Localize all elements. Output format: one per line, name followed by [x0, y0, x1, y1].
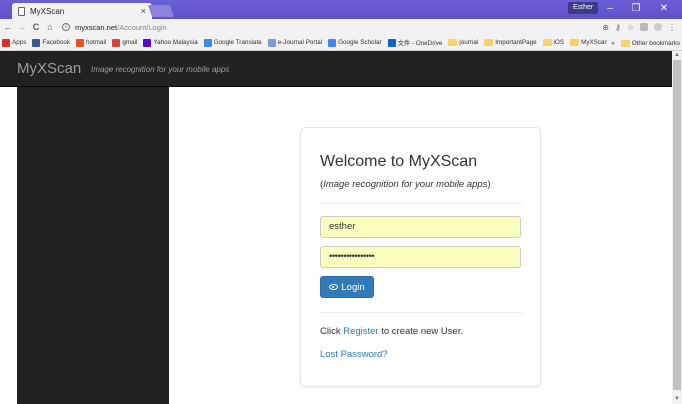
- site-tagline: Image recognition for your mobile apps: [91, 65, 230, 74]
- scroll-thumb[interactable]: [673, 60, 681, 390]
- back-icon[interactable]: ←: [2, 22, 14, 32]
- divider: [320, 203, 522, 204]
- bookmark-item[interactable]: Apps: [2, 38, 27, 47]
- browser-tab[interactable]: MyXScan ×: [12, 3, 152, 19]
- browser-title-bar: MyXScan × Esther – ❐ ✕: [0, 0, 682, 19]
- url-host: myxscan.net: [75, 22, 118, 32]
- bookmark-label: hotmail: [86, 39, 107, 46]
- bookmark-item[interactable]: MyXScan: [570, 39, 608, 46]
- bookmark-item[interactable]: 文件 - OneDrive: [387, 38, 443, 47]
- bookmark-label: Google Scholar: [338, 39, 382, 46]
- menu-icon[interactable]: ⋮: [668, 23, 676, 32]
- bookmark-label: Yahoo Malaysia: [153, 39, 198, 46]
- bookmark-item[interactable]: hotmail: [76, 38, 107, 47]
- bookmark-item[interactable]: Google Scholar: [328, 38, 382, 47]
- bookmark-icon: [2, 38, 10, 47]
- bookmark-label: gmail: [122, 39, 138, 46]
- extension-icon-2[interactable]: [654, 23, 662, 31]
- register-suffix: to create new User.: [378, 326, 464, 337]
- sidebar: [17, 87, 169, 404]
- folder-icon: [570, 39, 580, 46]
- bookmarks-bar: Apps Facebook hotmail gmail Yahoo Malaysia Go…: [0, 35, 682, 51]
- lost-password: Lost Password?: [320, 349, 388, 360]
- folder-icon: [620, 39, 630, 47]
- bookmark-icon: [267, 38, 276, 47]
- bookmark-item[interactable]: Facebook: [32, 38, 71, 47]
- bookmark-label: Facebook: [42, 39, 71, 46]
- bookmark-item[interactable]: e-Journal Portal: [267, 38, 323, 47]
- bookmark-item[interactable]: Yahoo Malaysia: [143, 38, 198, 47]
- close-window-button[interactable]: ✕: [652, 1, 676, 17]
- subtitle-close-paren: ): [487, 179, 491, 190]
- site-navbar: MyXScan Image recognition for your mobil…: [0, 51, 672, 87]
- bookmark-icon: [328, 38, 337, 47]
- password-input[interactable]: ••••••••••••••••: [320, 246, 521, 268]
- folder-icon: [484, 39, 494, 46]
- extension-icon[interactable]: [640, 23, 648, 31]
- bookmark-label: 文件 - OneDrive: [397, 40, 443, 47]
- info-icon[interactable]: i: [62, 23, 70, 31]
- minimize-button[interactable]: –: [598, 1, 622, 17]
- lost-password-link[interactable]: Lost Password?: [320, 349, 388, 360]
- more-bookmarks-button[interactable]: »: [611, 40, 615, 47]
- forward-icon[interactable]: →: [16, 22, 28, 32]
- scroll-up-icon[interactable]: ▲: [672, 51, 682, 60]
- profile-button[interactable]: Esther: [568, 2, 599, 14]
- vertical-scrollbar[interactable]: ▲ ▼: [672, 51, 682, 404]
- register-prefix: Click: [320, 326, 344, 337]
- eye-icon: [329, 284, 339, 290]
- home-icon[interactable]: ⌂: [44, 22, 56, 32]
- restore-button[interactable]: ❐: [624, 1, 648, 17]
- scroll-down-icon[interactable]: ▼: [672, 395, 682, 404]
- folder-icon: [542, 39, 552, 46]
- bookmark-label: Google Translate: [213, 39, 262, 46]
- address-bar[interactable]: i myxscan.net/Account/Login: [62, 20, 602, 34]
- login-button-label: Login: [341, 281, 365, 293]
- tab-close-icon[interactable]: ×: [141, 6, 146, 16]
- bookmark-label: journal: [459, 39, 479, 46]
- bookmark-item[interactable]: ImportantPage: [484, 39, 537, 46]
- reload-icon[interactable]: C: [30, 22, 42, 32]
- subtitle-text: Image recognition for your mobile apps: [323, 179, 488, 190]
- address-toolbar: ← → C ⌂ i myxscan.net/Account/Login ⊕ ⚷ …: [0, 19, 682, 35]
- url-path: /Account/Login: [117, 22, 167, 32]
- login-panel: Welcome to MyXScan (Image recognition fo…: [300, 127, 541, 387]
- tab-title: MyXScan: [30, 6, 65, 16]
- new-tab-button[interactable]: [147, 5, 175, 17]
- bookmark-icon: [143, 38, 152, 47]
- star-icon[interactable]: ☆: [627, 23, 634, 32]
- register-text: Click Register to create new User.: [320, 326, 463, 337]
- page-content: MyXScan Image recognition for your mobil…: [0, 51, 672, 404]
- bookmarks-overflow: » Other bookmarks: [607, 35, 680, 50]
- bookmark-label: e-Journal Portal: [277, 39, 323, 46]
- bookmark-label: MyXScan: [581, 39, 609, 46]
- key-icon[interactable]: ⚷: [615, 23, 621, 32]
- bookmark-icon: [387, 38, 396, 47]
- bookmark-icon: [203, 38, 212, 47]
- login-button[interactable]: Login: [320, 276, 374, 298]
- bookmark-item[interactable]: iOS: [542, 39, 565, 46]
- bookmark-label: iOS: [553, 39, 565, 46]
- bookmark-label: Apps: [12, 39, 27, 46]
- welcome-heading: Welcome to MyXScan: [320, 153, 478, 170]
- bookmark-item[interactable]: gmail: [112, 38, 138, 47]
- bookmark-item[interactable]: journal: [448, 39, 478, 46]
- zoom-icon[interactable]: ⊕: [602, 23, 609, 32]
- folder-icon: [448, 39, 458, 46]
- username-input[interactable]: esther: [320, 216, 521, 238]
- other-bookmarks[interactable]: Other bookmarks: [632, 40, 680, 47]
- login-subtitle: (Image recognition for your mobile apps): [320, 179, 491, 190]
- bookmark-icon: [112, 38, 121, 47]
- bookmark-item[interactable]: Google Translate: [203, 38, 262, 47]
- bookmark-label: ImportantPage: [495, 39, 537, 46]
- divider: [320, 312, 522, 313]
- register-link[interactable]: Register: [343, 326, 378, 337]
- site-brand[interactable]: MyXScan: [17, 60, 81, 77]
- page-icon: [18, 6, 25, 16]
- bookmark-icon: [32, 38, 41, 47]
- bookmark-icon: [76, 38, 85, 47]
